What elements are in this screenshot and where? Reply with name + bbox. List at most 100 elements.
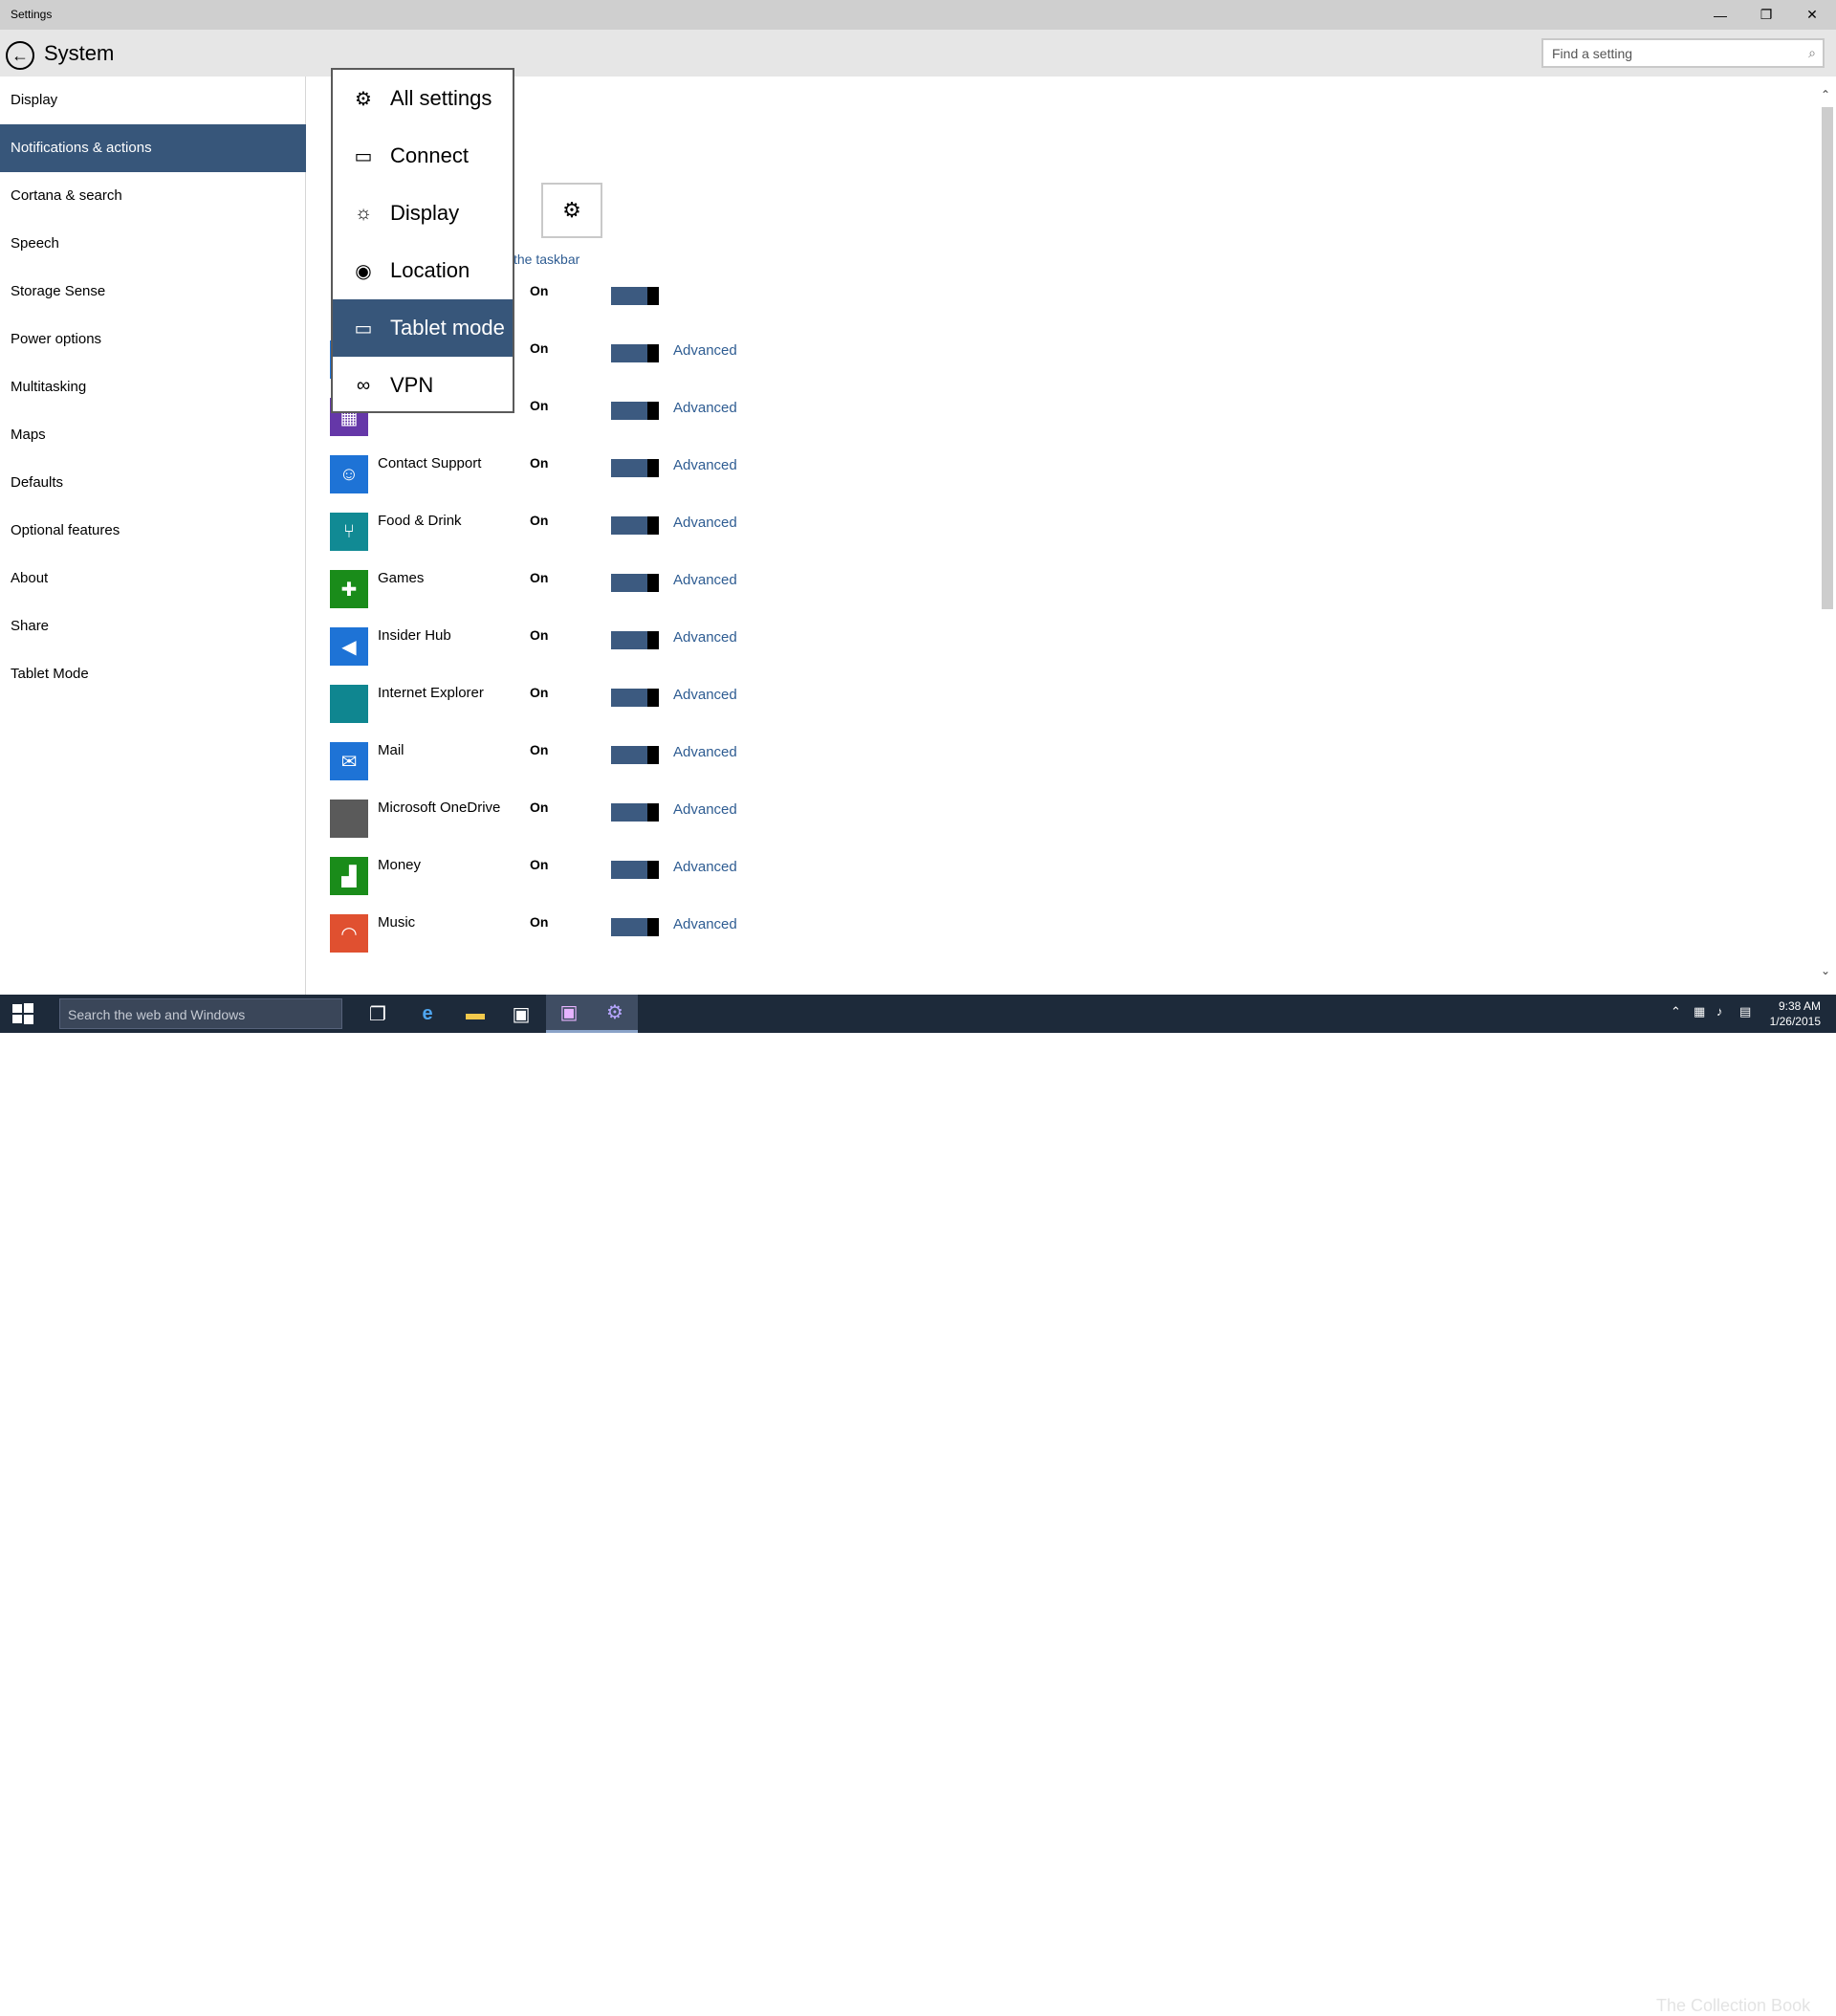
page-title: System (44, 41, 115, 65)
vpn-icon: ∞ (356, 374, 371, 396)
sidebar-item-power-options[interactable]: Power options (0, 316, 306, 363)
sidebar-item-storage-sense[interactable]: Storage Sense (0, 268, 306, 316)
toggle-knob (647, 516, 659, 535)
sidebar-item-tablet-mode[interactable]: Tablet Mode (0, 650, 306, 698)
toggle-state-label: On (530, 800, 549, 815)
app-name: Money (378, 857, 422, 873)
restore-button[interactable]: ❐ (1744, 0, 1788, 30)
advanced-link[interactable]: Advanced (673, 342, 737, 359)
toggle-knob (647, 459, 659, 477)
advanced-link[interactable]: Advanced (673, 400, 737, 416)
app-name: Insider Hub (378, 627, 451, 644)
app-name: Games (378, 570, 425, 586)
toggle-knob (647, 344, 659, 362)
internet-explorer-icon: e (422, 1002, 433, 1024)
notification-toggle[interactable] (611, 459, 659, 477)
magnifier-icon[interactable]: ⌕ (1808, 45, 1816, 61)
notification-toggle[interactable] (611, 402, 659, 420)
file-explorer-button[interactable]: ▬ (452, 995, 498, 1033)
gamepad-icon: ✚ (330, 570, 368, 608)
app-notification-row: ☺ Contact Support On Advanced (330, 455, 865, 493)
quick-action-settings[interactable]: ⚙ (541, 183, 602, 238)
notification-toggle[interactable] (611, 287, 659, 305)
notification-toggle[interactable] (611, 746, 659, 764)
network-icon[interactable]: ▦ (1694, 1004, 1705, 1019)
notification-toggle[interactable] (611, 574, 659, 592)
brightness-icon: ☼ (354, 202, 373, 224)
sidebar-item-defaults[interactable]: Defaults (0, 459, 306, 507)
notification-toggle[interactable] (611, 803, 659, 822)
toggle-state-label: On (530, 340, 549, 356)
advanced-link[interactable]: Advanced (673, 515, 737, 531)
settings-app-button[interactable]: ⚙ (592, 995, 638, 1033)
select-taskbar-icons-link[interactable]: the taskbar (514, 252, 579, 267)
close-button[interactable]: ✕ (1790, 0, 1834, 30)
sidebar-item-display[interactable]: Display (0, 77, 306, 124)
dropdown-item-tablet-mode[interactable]: ▭ Tablet mode (333, 299, 513, 357)
app-notification-row: ✉ Mail On Advanced (330, 742, 865, 780)
sidebar-item-multitasking[interactable]: Multitasking (0, 363, 306, 411)
search-input[interactable]: Find a setting ⌕ (1541, 38, 1825, 68)
notification-toggle[interactable] (611, 861, 659, 879)
sidebar-item-notifications-actions[interactable]: Notifications & actions (0, 124, 306, 172)
toggle-state-label: On (530, 685, 549, 700)
task-view-button[interactable]: ❐ (355, 995, 401, 1033)
notification-toggle[interactable] (611, 918, 659, 936)
back-button[interactable]: ← (6, 41, 34, 70)
toggle-state-label: On (530, 627, 549, 643)
sidebar-item-about[interactable]: About (0, 555, 306, 603)
advanced-link[interactable]: Advanced (673, 629, 737, 646)
internet-explorer-button[interactable]: e (404, 995, 450, 1033)
toggle-knob (647, 689, 659, 707)
minimize-button[interactable]: — (1698, 0, 1742, 30)
start-button[interactable] (0, 995, 46, 1033)
taskbar: Search the web and Windows ❐ e ▬ ▣ ▣ ⚙ T… (0, 995, 1836, 2015)
advanced-link[interactable]: Advanced (673, 859, 737, 875)
sidebar-item-maps[interactable]: Maps (0, 411, 306, 459)
dropdown-item-display[interactable]: ☼ Display (333, 185, 513, 242)
app-notification-row: ▟ Money On Advanced (330, 857, 865, 895)
advanced-link[interactable]: Advanced (673, 801, 737, 818)
scroll-down-icon[interactable]: ⌄ (1821, 964, 1830, 977)
toggle-state-label: On (530, 857, 549, 872)
sidebar-item-cortana-search[interactable]: Cortana & search (0, 172, 306, 220)
content-scrollbar[interactable]: ⌃ ⌄ (1818, 86, 1836, 985)
dropdown-item-vpn[interactable]: ∞ VPN (333, 357, 513, 414)
quick-action-dropdown: ⚙ All settings ▭ Connect ☼ Display ◉ Loc… (331, 68, 514, 413)
main-content: ⚙ the taskbar On◷OnAdvanced▦CalendarOnAd… (307, 77, 1836, 995)
notification-toggle[interactable] (611, 516, 659, 535)
sidebar-item-optional-features[interactable]: Optional features (0, 507, 306, 555)
volume-icon[interactable]: ♪ (1716, 1004, 1723, 1019)
advanced-link[interactable]: Advanced (673, 744, 737, 760)
advanced-link[interactable]: Advanced (673, 916, 737, 932)
app-name: Mail (378, 742, 404, 758)
action-center-icon[interactable]: ▤ (1739, 1004, 1751, 1019)
toggle-knob (647, 918, 659, 936)
sidebar-item-share[interactable]: Share (0, 603, 306, 650)
tray-chevron-icon[interactable]: ⌃ (1671, 1004, 1681, 1019)
app-notification-row: ⑂ Food & Drink On Advanced (330, 513, 865, 551)
scroll-up-icon[interactable]: ⌃ (1821, 88, 1830, 101)
dropdown-item-connect[interactable]: ▭ Connect (333, 127, 513, 185)
toggle-knob (647, 574, 659, 592)
notification-toggle[interactable] (611, 631, 659, 649)
page-header: ← System Find a setting ⌕ (0, 30, 1836, 77)
dropdown-item-location[interactable]: ◉ Location (333, 242, 513, 299)
camera-icon: ▣ (559, 1002, 579, 1023)
taskbar-clock[interactable]: 9:38 AM 1/26/2015 (1760, 998, 1821, 1029)
window-title: Settings (11, 8, 53, 21)
advanced-link[interactable]: Advanced (673, 457, 737, 473)
camera-app-button[interactable]: ▣ (546, 995, 592, 1033)
notification-toggle[interactable] (611, 689, 659, 707)
dropdown-item-all-settings[interactable]: ⚙ All settings (333, 70, 513, 127)
advanced-link[interactable]: Advanced (673, 572, 737, 588)
toggle-state-label: On (530, 914, 549, 930)
taskbar-search-input[interactable]: Search the web and Windows (59, 998, 342, 1029)
store-button[interactable]: ▣ (498, 995, 544, 1033)
toggle-state-label: On (530, 742, 549, 757)
sidebar: Display Notifications & actions Cortana … (0, 77, 306, 995)
notification-toggle[interactable] (611, 344, 659, 362)
advanced-link[interactable]: Advanced (673, 687, 737, 703)
scrollbar-thumb[interactable] (1822, 107, 1833, 609)
sidebar-item-speech[interactable]: Speech (0, 220, 306, 268)
